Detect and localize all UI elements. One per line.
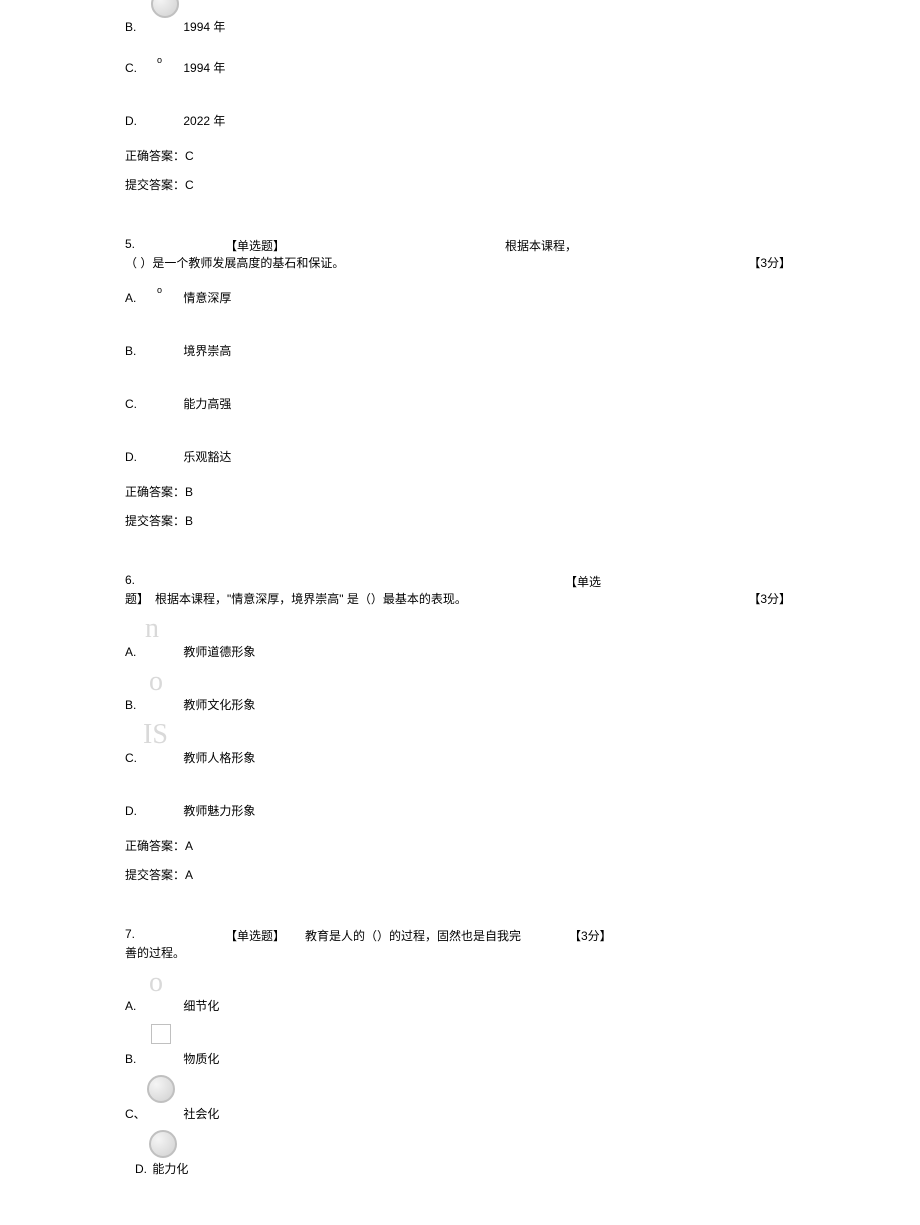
watermark-square	[151, 1024, 171, 1044]
question-number: 6.	[125, 573, 565, 590]
submitted-answer-value: B	[185, 514, 193, 528]
option-text: 乐观豁达	[183, 448, 231, 465]
question-stem-pre: 根据本课程，	[505, 237, 577, 254]
submitted-answer: 提交答案：A	[125, 866, 795, 883]
option-c: C. 能力高强	[125, 395, 795, 412]
option-label: C.	[125, 397, 180, 411]
option-text: 能力化	[152, 1162, 188, 1176]
question-header: 7. 【单选题】 教育是人的（）的过程，固然也是自我完 【3分】	[125, 927, 795, 944]
option-text: 物质化	[183, 1050, 219, 1067]
submitted-answer-value: A	[185, 868, 193, 882]
question-type-2: 题】	[125, 590, 149, 607]
option-text: 1994 年	[183, 59, 225, 76]
option-a: o A. 细节化	[125, 997, 795, 1014]
option-b: o B. 教师文化形象	[125, 696, 795, 713]
option-text: 教师魅力形象	[183, 802, 255, 819]
option-d: D. 2022 年	[125, 112, 795, 129]
option-c: o C. 1994 年	[125, 59, 795, 76]
option-label: C.	[125, 751, 180, 765]
document-page: B. 1994 年 o C. 1994 年 D. 2022 年 正确答案：C 提…	[0, 18, 920, 1225]
option-text: 教师文化形象	[183, 696, 255, 713]
option-label: A.	[125, 645, 180, 659]
option-d: D. 乐观豁达	[125, 448, 795, 465]
option-a: n A. 教师道德形象	[125, 643, 795, 660]
watermark-text: n	[145, 613, 159, 645]
question-number: 7.	[125, 927, 225, 944]
question-type: 【单选	[565, 573, 601, 590]
watermark-text: IS	[143, 719, 168, 751]
option-label: B.	[125, 1052, 180, 1066]
correct-answer-value: A	[185, 839, 193, 853]
question-stem-wrap: 善的过程。	[125, 944, 795, 961]
option-text: 能力高强	[183, 395, 231, 412]
superscript: o	[157, 285, 162, 295]
option-label: D.	[135, 1162, 147, 1176]
question-4-tail: B. 1994 年 o C. 1994 年 D. 2022 年 正确答案：C 提…	[125, 18, 795, 193]
submitted-answer: 提交答案：C	[125, 176, 795, 193]
correct-answer-value: B	[185, 485, 193, 499]
option-text: 境界崇高	[183, 342, 231, 359]
option-text: 情意深厚	[183, 289, 231, 306]
question-stem-mid: 教育是人的（）的过程，固然也是自我完	[305, 927, 565, 944]
question-stem-row: 题】 根据本课程，"情意深厚，境界崇高" 是（）最基本的表现。 【3分】	[125, 590, 795, 607]
question-stem: （ ）是一个教师发展高度的基石和保证。	[125, 254, 344, 271]
option-label: D.	[125, 804, 180, 818]
submitted-answer: 提交答案：B	[125, 512, 795, 529]
question-score: 【3分】	[748, 254, 791, 271]
submitted-answer-label: 提交答案：	[125, 178, 185, 192]
correct-answer-label: 正确答案：	[125, 149, 185, 163]
option-label: A.	[125, 999, 180, 1013]
option-text: 教师人格形象	[183, 749, 255, 766]
option-label: D.	[125, 114, 180, 128]
option-label: B.	[125, 698, 180, 712]
correct-answer: 正确答案：C	[125, 147, 795, 164]
superscript: o	[157, 55, 162, 65]
option-c: C、 社会化	[125, 1105, 795, 1122]
question-5: 5. 【单选题】 根据本课程， （ ）是一个教师发展高度的基石和保证。 【3分】…	[125, 237, 795, 529]
option-label: D.	[125, 450, 180, 464]
watermark-text: o	[149, 967, 163, 999]
option-text: 社会化	[183, 1105, 219, 1122]
question-type: 【单选题】	[225, 237, 505, 254]
watermark-text: o	[149, 666, 163, 698]
correct-answer-label: 正确答案：	[125, 839, 185, 853]
option-d: D. 能力化	[135, 1160, 795, 1177]
submitted-answer-label: 提交答案：	[125, 514, 185, 528]
submitted-answer-label: 提交答案：	[125, 868, 185, 882]
question-stem-row: （ ）是一个教师发展高度的基石和保证。 【3分】	[125, 254, 795, 271]
option-text: 教师道德形象	[183, 643, 255, 660]
option-b: B. 物质化	[125, 1050, 795, 1067]
correct-answer: 正确答案：B	[125, 483, 795, 500]
question-header: 6. 【单选	[125, 573, 795, 590]
correct-answer: 正确答案：A	[125, 837, 795, 854]
question-type: 【单选题】	[225, 927, 305, 944]
option-label: B.	[125, 20, 180, 34]
option-b: B. 境界崇高	[125, 342, 795, 359]
option-label: C、	[125, 1105, 180, 1122]
submitted-answer-value: C	[185, 178, 194, 192]
option-label: A.	[125, 291, 180, 305]
option-d: D. 教师魅力形象	[125, 802, 795, 819]
option-label: B.	[125, 344, 180, 358]
question-number: 5.	[125, 237, 225, 254]
watermark-circle	[147, 1075, 175, 1103]
option-a: o A. 情意深厚	[125, 289, 795, 306]
option-label: C.	[125, 61, 180, 75]
watermark-circle	[151, 0, 179, 18]
question-6: 6. 【单选 题】 根据本课程，"情意深厚，境界崇高" 是（）最基本的表现。 【…	[125, 573, 795, 883]
question-stem: 根据本课程，"情意深厚，境界崇高" 是（）最基本的表现。	[155, 590, 467, 607]
correct-answer-label: 正确答案：	[125, 485, 185, 499]
option-c: IS C. 教师人格形象	[125, 749, 795, 766]
option-text: 细节化	[183, 997, 219, 1014]
watermark-circle	[149, 1130, 177, 1158]
option-text: 1994 年	[183, 18, 225, 35]
option-text: 2022 年	[183, 112, 225, 129]
question-score: 【3分】	[569, 927, 612, 944]
question-header: 5. 【单选题】 根据本课程，	[125, 237, 795, 254]
question-score: 【3分】	[748, 590, 791, 607]
question-7: 7. 【单选题】 教育是人的（）的过程，固然也是自我完 【3分】 善的过程。 o…	[125, 927, 795, 1177]
option-b: B. 1994 年	[125, 18, 795, 35]
correct-answer-value: C	[185, 149, 194, 163]
